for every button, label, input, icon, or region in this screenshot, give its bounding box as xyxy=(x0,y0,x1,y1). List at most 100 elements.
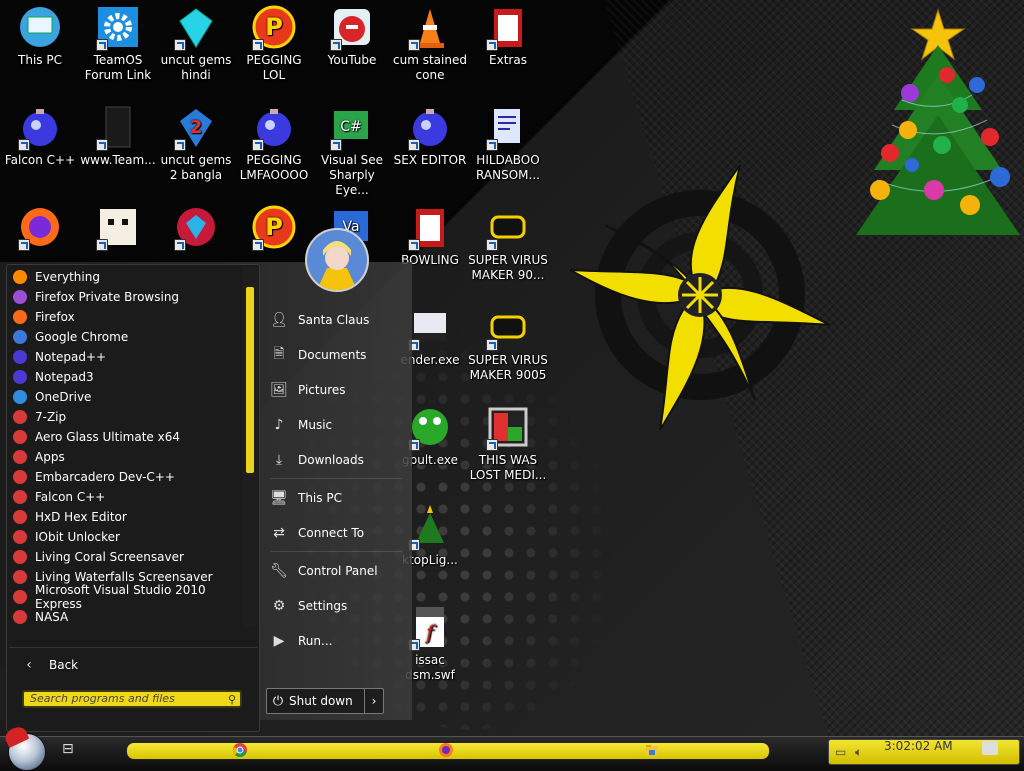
shutdown-options-chevron-icon[interactable]: › xyxy=(364,689,383,713)
p-badge-icon: P xyxy=(250,3,298,51)
shortcut-arrow-icon xyxy=(486,39,498,51)
back-button[interactable]: ‹ Back xyxy=(9,647,257,682)
program-list-item[interactable]: OneDrive xyxy=(9,387,243,407)
desktop-icon[interactable]: Extras xyxy=(468,3,548,68)
desktop-icon[interactable]: TeamOS Forum Link xyxy=(78,3,158,83)
start-menu-place-item[interactable]: 🗎 Documents xyxy=(262,337,410,372)
shortcut-arrow-icon xyxy=(96,139,108,151)
program-list-item[interactable]: 7-Zip xyxy=(9,407,243,427)
gem-icon xyxy=(172,3,220,51)
file-explorer-icon[interactable] xyxy=(644,742,660,758)
program-list-item[interactable]: Google Chrome xyxy=(9,327,243,347)
start-menu-places: 👤︎ Santa Claus 🗎 Documents 🖼︎ Pictures ♪ Music ⤓… xyxy=(262,302,410,658)
svg-text:C#: C# xyxy=(340,119,362,135)
program-icon xyxy=(13,450,27,464)
program-icon xyxy=(13,390,27,404)
user-avatar[interactable] xyxy=(305,228,369,292)
desktop-icon[interactable]: THIS WAS LOST MEDI... xyxy=(468,403,548,483)
program-list-item[interactable]: HxD Hex Editor xyxy=(9,507,243,527)
script-icon xyxy=(484,103,532,151)
program-list-item[interactable]: Apps xyxy=(9,447,243,467)
desktop-icon[interactable]: cum stained cone xyxy=(390,3,470,83)
ornament-icon xyxy=(406,103,454,151)
program-list-item[interactable]: IObit Unlocker xyxy=(9,527,243,547)
gear-icon: ⚙ xyxy=(272,597,286,614)
desktop-icon[interactable]: This PC xyxy=(0,3,80,68)
shortcut-arrow-icon xyxy=(252,139,264,151)
program-icon xyxy=(13,310,27,324)
desktop-icon[interactable]: SEX EDITOR xyxy=(390,103,470,168)
desktop-icon[interactable]: www.Team... xyxy=(78,103,158,168)
monitor-icon xyxy=(16,3,64,51)
shortcut-arrow-icon xyxy=(486,239,498,251)
red-box-icon xyxy=(406,203,454,251)
program-icon xyxy=(13,470,27,484)
program-list-item[interactable]: Microsoft Visual Studio 2010 Express xyxy=(9,583,243,611)
desktop-icon[interactable]: P PEGGING LOL xyxy=(234,3,314,83)
start-menu-place-item[interactable]: ⇄ Connect To xyxy=(262,515,410,550)
search-input[interactable]: Search programs and files ⚲ xyxy=(22,690,242,708)
desktop-icon[interactable]: SUPER VIRUS MAKER 9005 xyxy=(468,303,548,383)
frog-icon xyxy=(406,403,454,451)
desktop-icon-label: PEGGING LOL xyxy=(246,53,302,82)
notification-icon[interactable] xyxy=(982,741,998,755)
desktop-icon[interactable]: C# Visual See Sharply Eye... xyxy=(312,103,392,198)
shortcut-arrow-icon xyxy=(252,39,264,51)
desktop-icon[interactable]: uncut gems hindi xyxy=(156,3,236,83)
task-view-icon[interactable]: ⊟ xyxy=(62,741,80,759)
shortcut-arrow-icon xyxy=(408,139,420,151)
desktop-icon[interactable]: Falcon C++ xyxy=(0,103,80,168)
scrollbar-thumb[interactable] xyxy=(246,287,254,473)
desktop-icon-label: HILDABOO RANSOM... xyxy=(476,153,540,182)
network-icon[interactable]: ▭ xyxy=(835,745,846,759)
firefox-icon[interactable] xyxy=(438,742,454,758)
start-menu-place-label: Connect To xyxy=(298,525,365,540)
program-label: Firefox Private Browsing xyxy=(35,290,180,304)
program-list-item[interactable]: Notepad++ xyxy=(9,347,243,367)
desktop-icon-label: uncut gems 2 bangla xyxy=(160,153,232,182)
shutdown-button[interactable]: ⏻ Shut down › xyxy=(266,688,384,714)
program-icon xyxy=(13,610,27,624)
ornament-icon xyxy=(250,103,298,151)
program-label: Aero Glass Ultimate x64 xyxy=(35,430,180,444)
start-menu-place-item[interactable]: ▶ Run... xyxy=(262,623,410,658)
start-menu-place-item[interactable]: 🖥︎ This PC xyxy=(262,480,410,515)
desktop-icon[interactable]: 2 uncut gems 2 bangla xyxy=(156,103,236,183)
desktop-icon[interactable]: SUPER VIRUS MAKER 90... xyxy=(468,203,548,283)
volume-icon[interactable]: 🔈︎ xyxy=(855,745,862,760)
desktop-icon[interactable]: YouTube xyxy=(312,3,392,68)
start-menu-place-label: Run... xyxy=(298,633,333,648)
program-list-item[interactable]: Firefox Private Browsing xyxy=(9,287,243,307)
program-label: OneDrive xyxy=(35,390,92,404)
start-menu-place-item[interactable]: 🔧︎ Control Panel xyxy=(262,553,410,588)
program-label: Notepad++ xyxy=(35,350,107,364)
start-menu-place-item[interactable]: ⤓ Downloads xyxy=(262,442,410,477)
start-menu-place-item[interactable]: 👤︎ Santa Claus xyxy=(262,302,410,337)
program-label: IObit Unlocker xyxy=(35,530,120,544)
chevron-left-icon: ‹ xyxy=(26,657,32,673)
program-list-scrollbar[interactable] xyxy=(243,267,257,627)
program-list-item[interactable]: Everything xyxy=(9,267,243,287)
chrome-icon[interactable] xyxy=(232,742,248,758)
start-button[interactable] xyxy=(2,724,46,771)
program-list-item[interactable]: Embarcadero Dev-C++ xyxy=(9,467,243,487)
program-list: Everything Firefox Private Browsing Firefo… xyxy=(9,267,243,627)
desktop-icon-label: cum stained cone xyxy=(393,53,467,82)
program-list-item[interactable]: Notepad3 xyxy=(9,367,243,387)
program-icon xyxy=(13,590,27,604)
desktop-icon[interactable]: HILDABOO RANSOM... xyxy=(468,103,548,183)
shortcut-arrow-icon xyxy=(96,39,108,51)
program-list-item[interactable]: Firefox xyxy=(9,307,243,327)
desktop-icon[interactable]: PEGGING LMFAOOOO xyxy=(234,103,314,183)
program-list-item[interactable]: Falcon C++ xyxy=(9,487,243,507)
start-menu-place-item[interactable]: ⚙ Settings xyxy=(262,588,410,623)
program-list-item[interactable]: Aero Glass Ultimate x64 xyxy=(9,427,243,447)
start-menu-place-item[interactable]: ♪ Music xyxy=(262,407,410,442)
shortcut-arrow-icon xyxy=(174,139,186,151)
program-icon xyxy=(13,330,27,344)
user-icon: 👤︎ xyxy=(270,311,288,328)
program-icon xyxy=(13,370,27,384)
program-list-item[interactable]: Living Coral Screensaver xyxy=(9,547,243,567)
start-menu-place-item[interactable]: 🖼︎ Pictures xyxy=(262,372,410,407)
clock[interactable]: 3:02:02 AM xyxy=(884,739,953,753)
